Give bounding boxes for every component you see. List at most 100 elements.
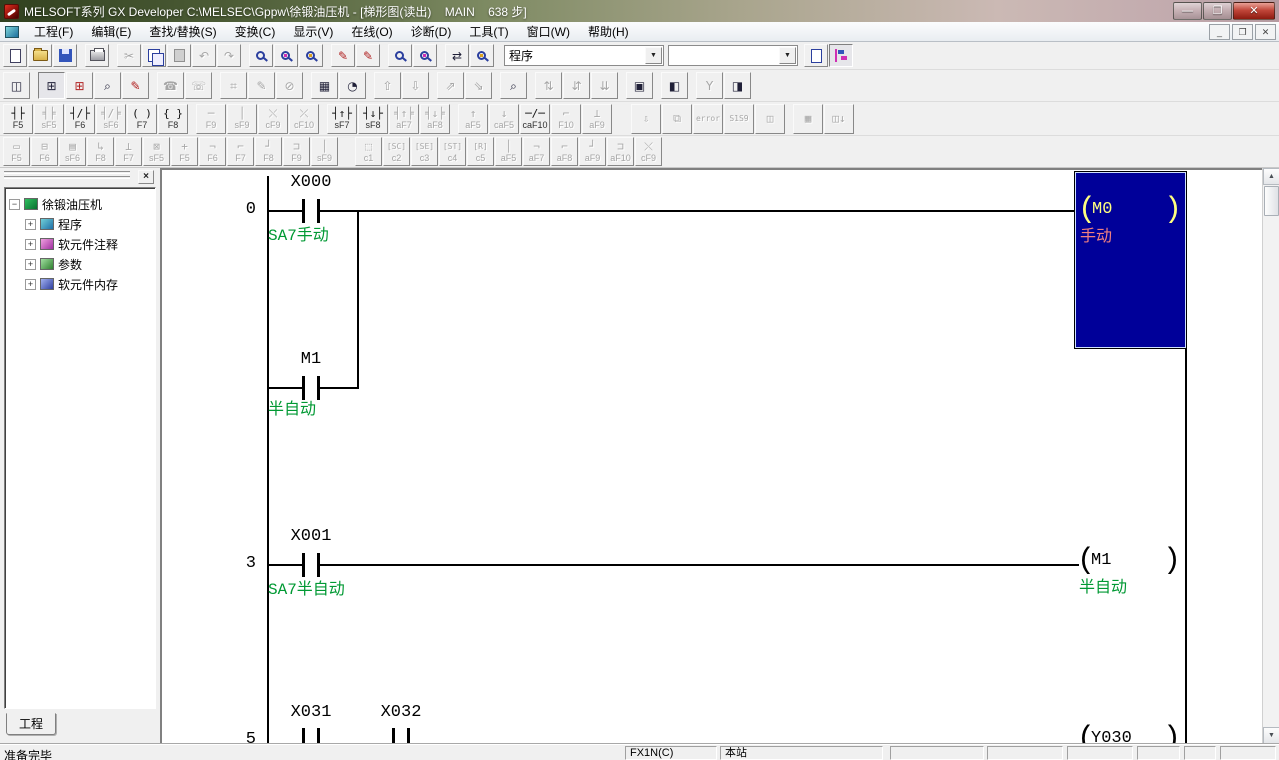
error-jump-button[interactable]: error xyxy=(693,103,723,134)
ladder-symbol-sF9-button[interactable]: │ sF9 xyxy=(227,103,257,134)
menu-item-1[interactable]: 编辑(E) xyxy=(82,21,140,42)
coil-device-label[interactable]: M0 xyxy=(1092,200,1112,220)
ladder-symbol-aF8-button[interactable]: ╡↓╞ aF8 xyxy=(420,103,450,134)
ladder-symbol-sF7-button[interactable]: ┤↑├ sF7 xyxy=(327,103,357,134)
device-batch-button[interactable]: ▦ xyxy=(311,72,338,99)
ladder-edit-button[interactable]: ⊞ xyxy=(66,72,93,99)
new-project-button[interactable] xyxy=(3,44,27,67)
project-data-list-toggle[interactable] xyxy=(829,44,853,67)
sfc-symbol-c3-button[interactable]: [SE] c3 xyxy=(411,137,438,166)
doc-list-button[interactable]: ◧ xyxy=(661,72,688,99)
device-find-button[interactable]: ⌕ xyxy=(94,72,121,99)
close-button[interactable]: ✕ xyxy=(1233,2,1275,20)
contact-device-label[interactable]: X000 xyxy=(280,173,342,193)
param-down-button[interactable]: ⇊ xyxy=(591,72,618,99)
menu-item-6[interactable]: 诊断(D) xyxy=(402,21,461,42)
ladder-symbol-cF9-button[interactable]: ⤬ cF9 xyxy=(258,103,288,134)
tree-down-button[interactable]: ◫↓ xyxy=(824,103,854,134)
coil-device-label[interactable]: M1 xyxy=(1091,551,1111,571)
contact-device-label[interactable]: X001 xyxy=(280,527,342,547)
sfc-symbol-aF5-button[interactable]: │ aF5 xyxy=(495,137,522,166)
expand-icon[interactable]: + xyxy=(25,238,36,250)
sfc-symbol-aF8-button[interactable]: ⌐ aF8 xyxy=(551,137,578,166)
chevron-down-icon[interactable]: ▼ xyxy=(645,47,662,64)
minimize-button[interactable]: — xyxy=(1173,2,1202,20)
monitor-start-button[interactable]: ⇧ xyxy=(374,72,401,99)
find-contact-button[interactable] xyxy=(388,44,412,67)
sfc-symbol-sF5-button[interactable]: ⊠ sF5 xyxy=(143,137,170,166)
branch-device-label[interactable]: M1 xyxy=(280,350,342,370)
menu-item-0[interactable]: 工程(F) xyxy=(25,21,82,42)
sfc-symbol-F6-button[interactable]: ⊟ F6 xyxy=(31,137,58,166)
scrollbar-thumb[interactable] xyxy=(1264,186,1279,216)
mdi-restore-button[interactable]: ❐ xyxy=(1232,23,1253,40)
panel-close-button[interactable]: × xyxy=(138,170,154,184)
ladder-symbol-sF8-button[interactable]: ┤↓├ sF8 xyxy=(358,103,388,134)
sfc-symbol-F7-button[interactable]: ⊥ F7 xyxy=(115,137,142,166)
ladder-symbol-caF5-button[interactable]: ↓ caF5 xyxy=(489,103,519,134)
buffer-memory-monitor-button[interactable]: ▣ xyxy=(626,72,653,99)
sfc-symbol-c1-button[interactable]: ⬚ c1 xyxy=(355,137,382,166)
tree-item-3[interactable]: + 软元件内存 xyxy=(7,274,153,294)
tree-item-0[interactable]: + 程序 xyxy=(7,214,153,234)
cut-button[interactable]: ✂ xyxy=(117,44,141,67)
ladder-symbol-aF5-button[interactable]: ↑ aF5 xyxy=(458,103,488,134)
sfc-symbol-c4-button[interactable]: [ST] c4 xyxy=(439,137,466,166)
device-comment-write-button[interactable]: ✎ xyxy=(331,44,355,67)
ladder-editor[interactable]: 0 X000 SA7手动 M1 半自动 ( M0 ) 手动 3 X001 SA7… xyxy=(160,168,1262,744)
tree-item-root[interactable]: − 徐锻油压机 xyxy=(7,194,153,214)
transfer-setup-button[interactable]: ⇄ xyxy=(445,44,469,67)
expand-icon[interactable]: + xyxy=(25,278,36,290)
sfc-symbol-F6-button[interactable]: ¬ F6 xyxy=(199,137,226,166)
sort-button[interactable]: S1S9 xyxy=(724,103,754,134)
panel-gripper[interactable] xyxy=(4,171,130,181)
sfc-symbol-F8-button[interactable]: ↳ F8 xyxy=(87,137,114,166)
contact-device-label[interactable]: X032 xyxy=(370,703,432,723)
online-find-button[interactable] xyxy=(470,44,494,67)
sfc-symbol-c5-button[interactable]: [R] c5 xyxy=(467,137,494,166)
copy-button[interactable] xyxy=(142,44,166,67)
sfc-symbol-c2-button[interactable]: [SC] c2 xyxy=(383,137,410,166)
window-next-button[interactable]: ⇘ xyxy=(465,72,492,99)
scroll-down-button[interactable]: ▼ xyxy=(1263,727,1279,744)
comment-edit-button[interactable]: ✎ xyxy=(122,72,149,99)
entry-monitor-button[interactable]: ◔ xyxy=(339,72,366,99)
menu-item-2[interactable]: 查找/替换(S) xyxy=(140,21,225,42)
ladder-symbol-F9-button[interactable]: ─ F9 xyxy=(196,103,226,134)
tree-item-2[interactable]: + 参数 xyxy=(7,254,153,274)
monitor-stop-button[interactable]: ⇩ xyxy=(402,72,429,99)
program-common-button[interactable]: ◫ xyxy=(3,72,30,99)
print-button[interactable] xyxy=(85,44,109,67)
monitor-test-button[interactable]: ⊘ xyxy=(276,72,303,99)
scroll-up-button[interactable]: ▲ xyxy=(1263,168,1279,185)
ladder-symbol-caF10-button[interactable]: ─/─ caF10 xyxy=(520,103,550,134)
ladder-symbol-F7-button[interactable]: ( ) F7 xyxy=(127,103,157,134)
ladder-symbol-F8-button[interactable]: { } F8 xyxy=(158,103,188,134)
param-updown-button[interactable]: ⇵ xyxy=(563,72,590,99)
block-monitor-button[interactable]: ◫ xyxy=(755,103,785,134)
sfc-symbol-sF6-button[interactable]: ▤ sF6 xyxy=(59,137,86,166)
menu-item-4[interactable]: 显示(V) xyxy=(284,21,342,42)
disconnect-button[interactable]: ☏ xyxy=(185,72,212,99)
window-prev-button[interactable]: ⇗ xyxy=(437,72,464,99)
contact-device-label[interactable]: X031 xyxy=(280,703,342,723)
ladder-symbol-F10-button[interactable]: ⌐ F10 xyxy=(551,103,581,134)
find-combo[interactable]: ▼ xyxy=(668,45,798,66)
sfc-symbol-F7-button[interactable]: ⌐ F7 xyxy=(227,137,254,166)
project-tab[interactable]: 工程 xyxy=(6,713,56,735)
sfc-symbol-aF10-button[interactable]: ⊐ aF10 xyxy=(607,137,634,166)
connection-setup-button[interactable]: ☎ xyxy=(157,72,184,99)
comment-display-button[interactable] xyxy=(804,44,828,67)
menu-item-5[interactable]: 在线(O) xyxy=(342,21,401,42)
window-edit-button[interactable]: ◨ xyxy=(724,72,751,99)
ladder-symbol-cF10-button[interactable]: ⤫ cF10 xyxy=(289,103,319,134)
param-up-button[interactable]: ⇅ xyxy=(535,72,562,99)
expand-icon[interactable]: + xyxy=(25,218,36,230)
ladder-symbol-F5-button[interactable]: ┤├ F5 xyxy=(3,103,33,134)
ladder-symbol-sF6-button[interactable]: ╡/╞ sF6 xyxy=(96,103,126,134)
test-grid-button[interactable]: ▦ xyxy=(793,103,823,134)
sfc-symbol-F5-button[interactable]: ▭ F5 xyxy=(3,137,30,166)
tree-item-1[interactable]: + 软元件注释 xyxy=(7,234,153,254)
undo-button[interactable]: ↶ xyxy=(192,44,216,67)
mdi-close-button[interactable]: ✕ xyxy=(1255,23,1276,40)
